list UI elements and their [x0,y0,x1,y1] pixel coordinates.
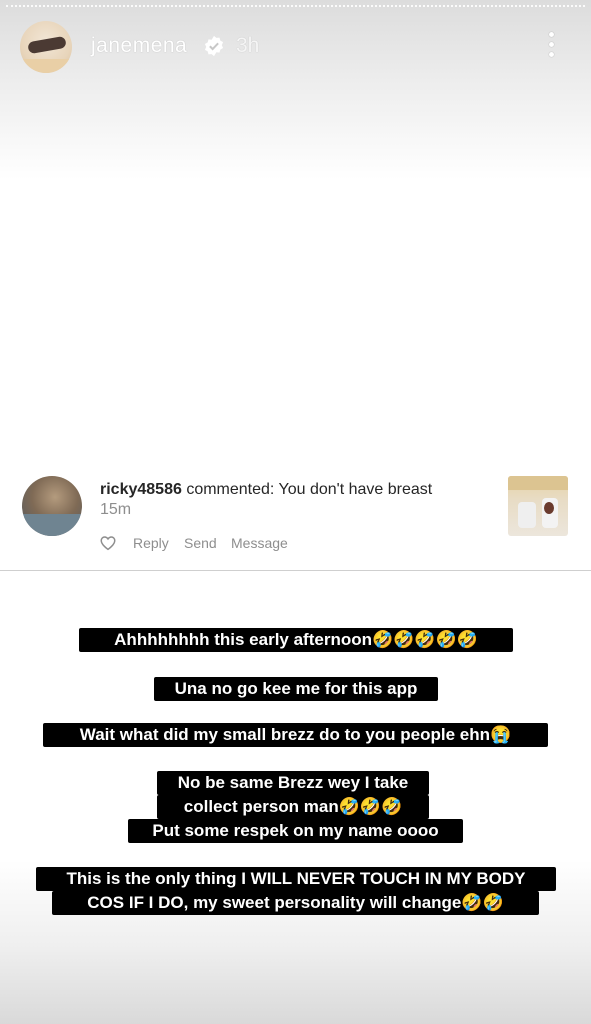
caption-line: This is the only thing I WILL NEVER TOUC… [36,867,556,891]
comment-body: You don't have breast [278,481,433,498]
commenter-username[interactable]: ricky48586 [100,481,182,498]
caption-line: No be same Brezz wey I take [157,771,429,795]
caption-line: Wait what did my small brezz do to you p… [43,723,548,747]
comment-time: 15m [100,501,132,518]
commenter-avatar[interactable] [22,476,82,536]
caption-line: Ahhhhhhhh this early afternoon🤣🤣🤣🤣🤣 [79,628,513,652]
verified-badge-icon [204,35,224,57]
story-time: 3h [236,34,260,57]
story-progress-bar [6,5,585,7]
reply-button[interactable]: Reply [133,535,169,551]
caption-line: collect person man🤣🤣🤣 [157,795,429,819]
caption-line: Una no go kee me for this app [154,677,438,701]
comment-card: ricky48586 commented: You don't have bre… [0,462,591,571]
caption-line: Put some respek on my name oooo [128,819,463,843]
story-header: janemena 3h [0,18,591,78]
profile-avatar[interactable] [20,21,72,73]
post-thumbnail[interactable] [508,476,568,536]
comment-text: ricky48586 commented: You don't have bre… [100,480,460,520]
comment-action: commented: [186,481,275,498]
story-username[interactable]: janemena [91,34,187,58]
message-button[interactable]: Message [231,535,288,551]
heart-icon[interactable] [99,534,117,552]
more-options-icon[interactable] [541,32,561,62]
send-button[interactable]: Send [184,535,217,551]
caption-line: COS IF I DO, my sweet personality will c… [52,891,539,915]
